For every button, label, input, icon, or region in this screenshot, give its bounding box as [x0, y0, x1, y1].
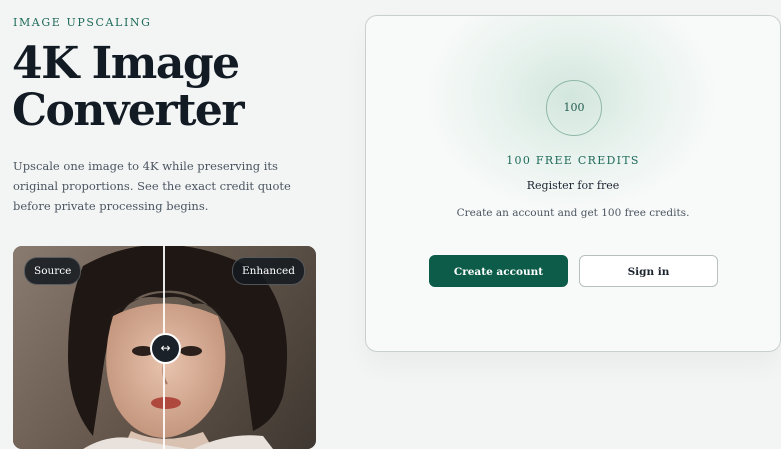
create-account-button[interactable]: Create account	[429, 255, 568, 287]
arrows-horizontal-icon[interactable]: ↔	[150, 333, 181, 364]
enhanced-label: Enhanced	[231, 257, 305, 285]
before-after-comparison[interactable]: Source Enhanced ↔	[13, 246, 316, 449]
hero-description: Upscale one image to 4K while preserving…	[13, 159, 291, 213]
page-title: 4K Image Converter	[12, 40, 342, 134]
page-title-line-2: Converter	[12, 85, 245, 136]
page-title-line-1: 4K Image	[12, 38, 240, 89]
credits-heading: 100 FREE CREDITS	[506, 154, 640, 167]
sign-in-button[interactable]: Sign in	[579, 255, 718, 287]
signup-note: Create an account and get 100 free credi…	[456, 207, 690, 219]
eyebrow-label: IMAGE UPSCALING	[13, 16, 152, 29]
register-text: Register for free	[526, 179, 620, 192]
signup-card: 100 100 FREE CREDITS Register for free C…	[365, 15, 781, 352]
source-label: Source	[24, 257, 82, 285]
credits-badge: 100	[546, 80, 602, 136]
